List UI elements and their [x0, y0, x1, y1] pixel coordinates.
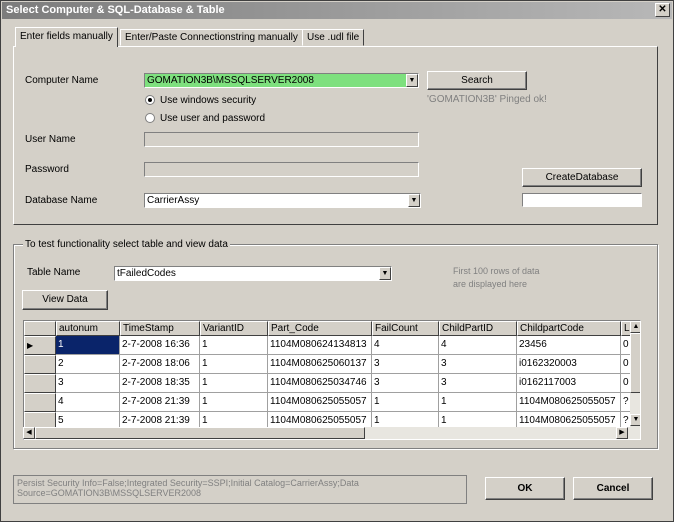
user-name-label: User Name [25, 134, 76, 145]
scroll-left-icon[interactable]: ◀ [23, 427, 35, 439]
grid-cell[interactable]: 1104M080625055057 [517, 393, 621, 412]
grid-cell[interactable]: 2-7-2008 18:35 [120, 374, 200, 393]
radio-windows-security[interactable] [145, 95, 155, 105]
grid-cell[interactable]: 2-7-2008 21:39 [120, 393, 200, 412]
column-header[interactable]: FailCount [372, 321, 439, 336]
table-name-value: tFailedCodes [117, 268, 176, 279]
radio-user-password-label: Use user and password [160, 113, 266, 124]
vertical-scrollbar[interactable]: ▲ ▼ [630, 321, 640, 427]
password-label: Password [25, 164, 69, 175]
grid-cell[interactable]: 4 [439, 336, 517, 355]
grid-cell[interactable]: 1 [200, 393, 268, 412]
grid-cell[interactable]: 2-7-2008 18:06 [120, 355, 200, 374]
computer-name-label: Computer Name [25, 75, 99, 86]
title-bar[interactable]: Select Computer & SQL-Database & Table ✕ [2, 2, 672, 19]
row-selector-current[interactable]: ▶ [24, 336, 56, 355]
grid-cell[interactable]: 1 [200, 336, 268, 355]
connection-string-display: Persist Security Info=False;Integrated S… [13, 475, 467, 504]
column-header[interactable]: VariantID [200, 321, 268, 336]
grid-cell[interactable]: 1104M080624134813 [268, 336, 372, 355]
horizontal-scroll-thumb[interactable] [35, 427, 365, 439]
view-data-button[interactable]: View Data [22, 290, 108, 310]
scroll-up-icon[interactable]: ▲ [630, 321, 640, 333]
test-group-title: To test functionality select table and v… [23, 239, 230, 250]
grid-hint-text: First 100 rows of data are displayed her… [453, 266, 540, 289]
column-header[interactable]: Part_Code [268, 321, 372, 336]
grid-cell[interactable]: i0162117003 [517, 374, 621, 393]
tab-enter-fields-manually[interactable]: Enter fields manually [15, 27, 118, 47]
column-header[interactable]: ChildpartCode [517, 321, 621, 336]
column-header[interactable]: ChildPartID [439, 321, 517, 336]
column-header[interactable]: autonum [56, 321, 120, 336]
grid-cell[interactable]: 1104M080625060137 [268, 355, 372, 374]
row-selector[interactable] [24, 393, 56, 412]
grid-cell[interactable]: 1 [439, 393, 517, 412]
chevron-down-icon[interactable]: ▼ [379, 267, 391, 280]
grid-cell[interactable]: 1 [372, 393, 439, 412]
grid-corner [24, 321, 56, 336]
grid-cell[interactable]: 1104M080625055057 [268, 393, 372, 412]
window-title: Select Computer & SQL-Database & Table [6, 4, 225, 16]
database-name-label: Database Name [25, 195, 98, 206]
scroll-down-icon[interactable]: ▼ [630, 414, 640, 426]
scroll-right-icon[interactable]: ▶ [616, 427, 628, 439]
table-name-label: Table Name [27, 267, 81, 278]
row-selector[interactable] [24, 374, 56, 393]
column-header[interactable]: TimeStamp [120, 321, 200, 336]
vertical-scroll-thumb[interactable] [630, 333, 640, 393]
ping-status: 'GOMATION3B' Pinged ok! [427, 94, 547, 105]
user-name-input[interactable] [144, 132, 419, 147]
tab-panel: Computer Name GOMATION3B\MSSQLSERVER2008… [13, 46, 658, 225]
grid-cell[interactable]: 1 [200, 374, 268, 393]
grid-cell[interactable]: 3 [439, 374, 517, 393]
grid-cell[interactable]: i0162320003 [517, 355, 621, 374]
radio-user-password[interactable] [145, 113, 155, 123]
database-name-combo[interactable]: CarrierAssy ▼ [144, 193, 421, 208]
search-button[interactable]: Search [427, 71, 527, 90]
grid-cell[interactable]: 1104M080625034746 [268, 374, 372, 393]
computer-name-combo[interactable]: GOMATION3B\MSSQLSERVER2008 ▼ [144, 73, 419, 88]
chevron-down-icon[interactable]: ▼ [408, 194, 420, 207]
grid-cell[interactable]: 2-7-2008 16:36 [120, 336, 200, 355]
grid-cell[interactable]: 2 [56, 355, 120, 374]
row-selector[interactable] [24, 355, 56, 374]
grid-cell[interactable]: 4 [372, 336, 439, 355]
create-database-button[interactable]: CreateDatabase [522, 168, 642, 187]
computer-name-value: GOMATION3B\MSSQLSERVER2008 [147, 75, 314, 86]
grid-cell[interactable]: 23456 [517, 336, 621, 355]
table-name-combo[interactable]: tFailedCodes ▼ [114, 266, 392, 281]
data-grid[interactable]: autonum TimeStamp VariantID Part_Code Fa… [23, 320, 641, 440]
grid-cell[interactable]: 1 [200, 355, 268, 374]
grid-cell[interactable]: 3 [439, 355, 517, 374]
tab-enter-connectionstring[interactable]: Enter/Paste Connectionstring manually [120, 29, 303, 46]
grid-cell[interactable]: 3 [372, 374, 439, 393]
cancel-button[interactable]: Cancel [573, 477, 653, 500]
password-input[interactable] [144, 162, 419, 177]
ok-button[interactable]: OK [485, 477, 565, 500]
horizontal-scrollbar[interactable]: ◀ ▶ [23, 427, 640, 439]
chevron-down-icon[interactable]: ▼ [406, 74, 418, 87]
create-database-input[interactable] [522, 193, 642, 207]
grid-cell[interactable]: 1 [56, 336, 120, 355]
grid-cell[interactable]: 4 [56, 393, 120, 412]
database-name-value: CarrierAssy [147, 195, 200, 206]
grid-cell[interactable]: 3 [372, 355, 439, 374]
dialog-window: Select Computer & SQL-Database & Table ✕… [0, 0, 674, 522]
tab-use-udl-file[interactable]: Use .udl file [302, 29, 365, 46]
grid-cell[interactable]: 3 [56, 374, 120, 393]
radio-windows-security-label: Use windows security [160, 95, 257, 106]
close-icon[interactable]: ✕ [655, 3, 670, 17]
